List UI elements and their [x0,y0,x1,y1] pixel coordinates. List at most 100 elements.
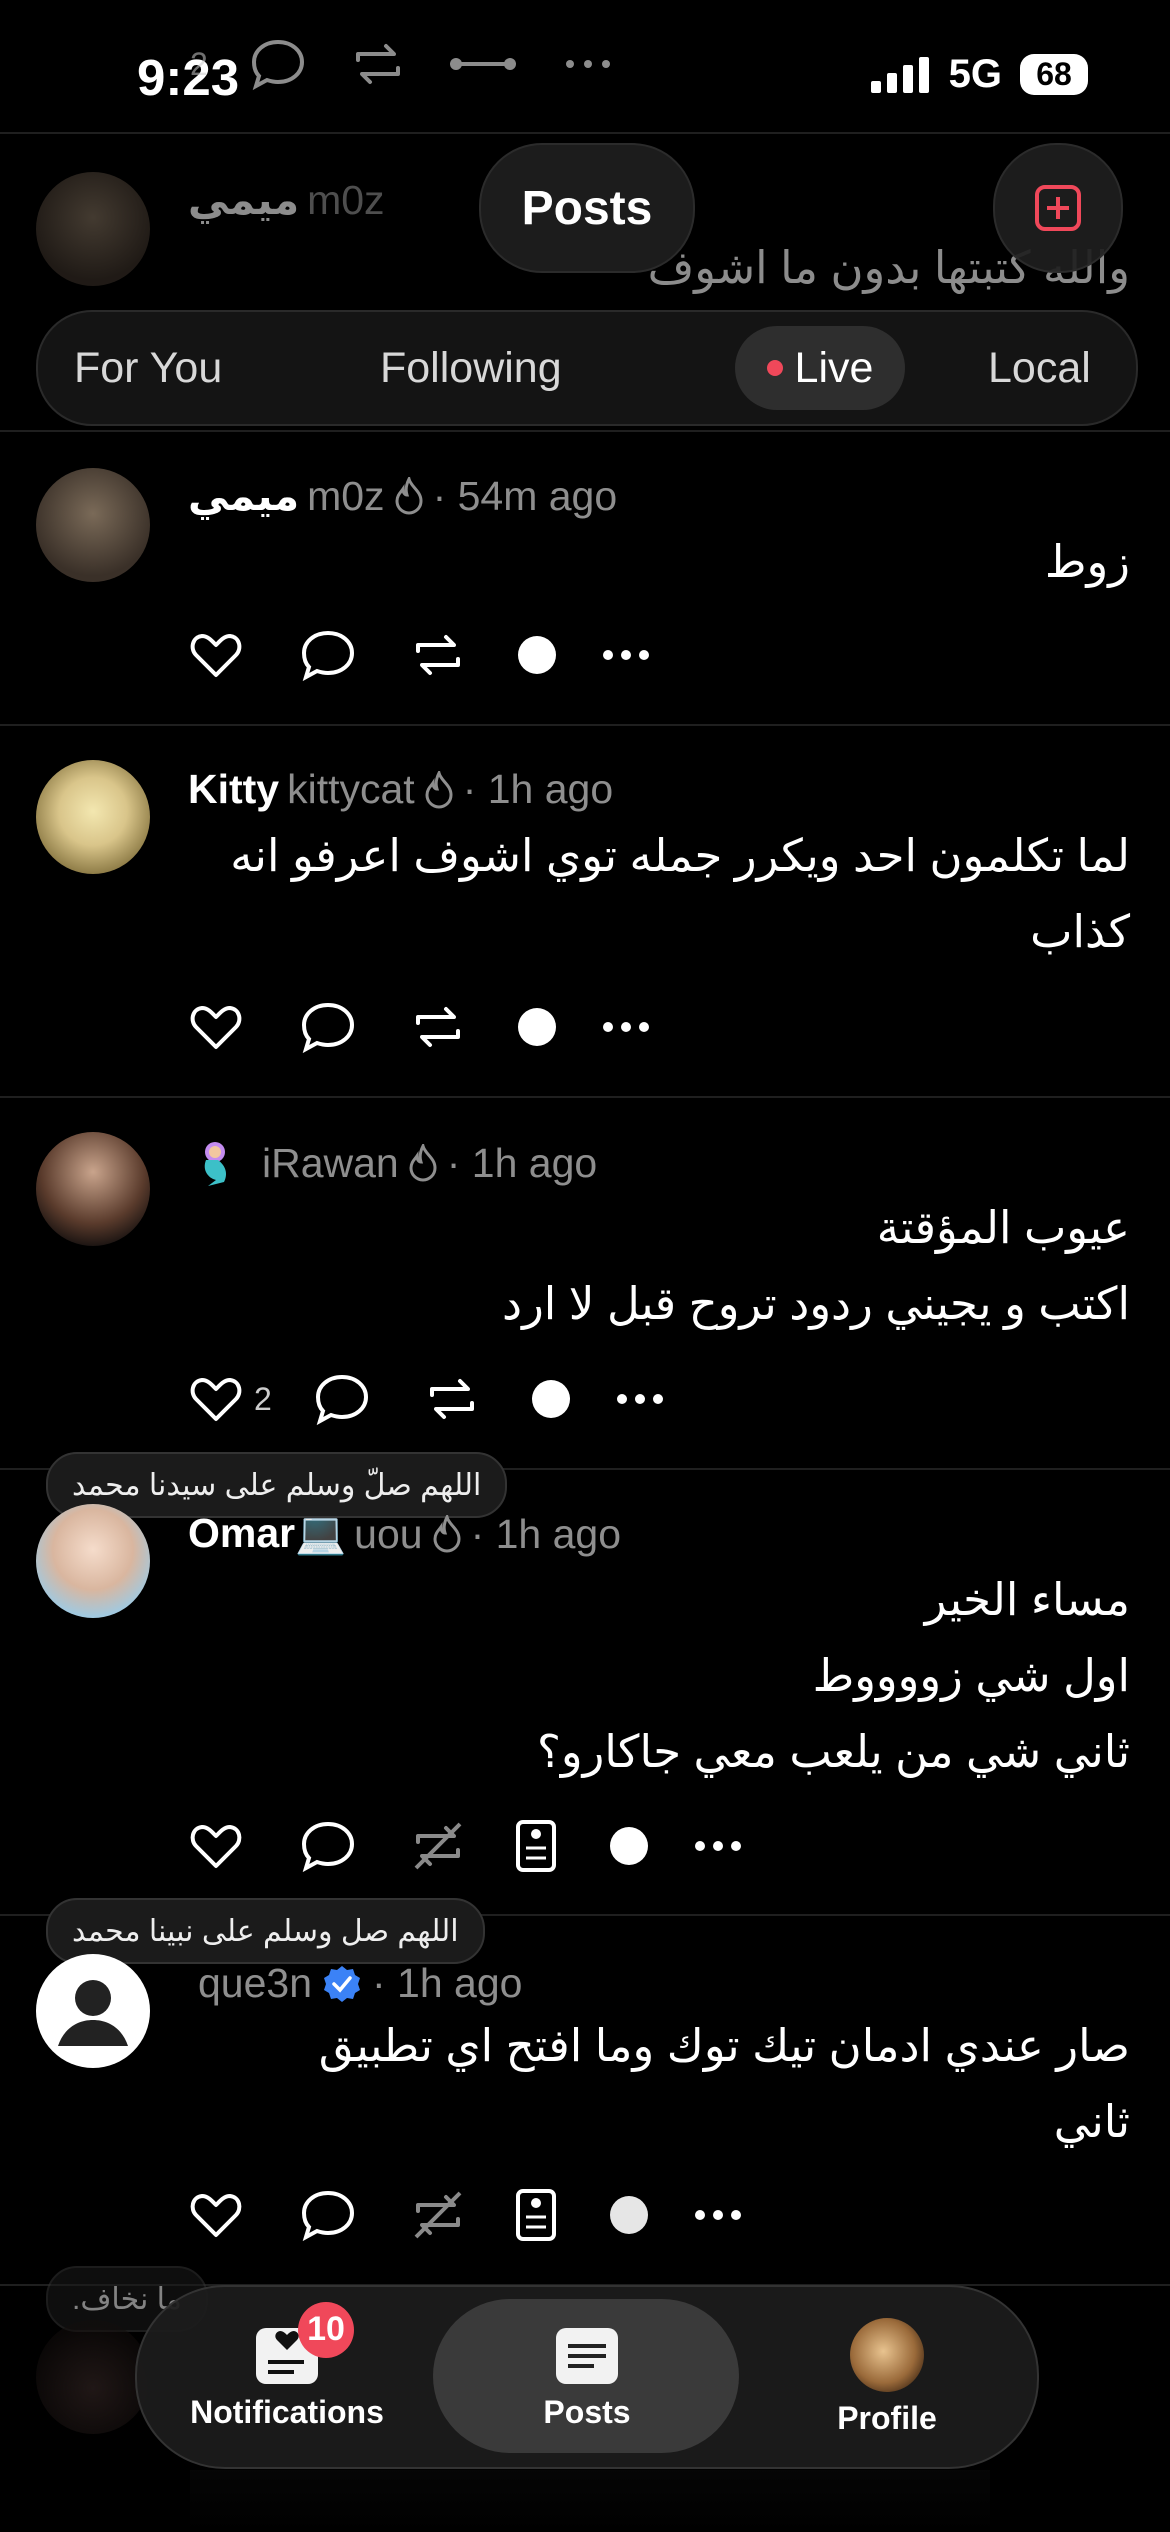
post-avatar[interactable] [36,468,150,582]
author-name: ميمي [188,177,300,223]
post-time: · 1h ago [446,1139,598,1186]
post-avatar [36,2320,150,2434]
comment-icon[interactable] [298,627,358,683]
post-text-line: صار عندي ادمان تيك توك وما افتح اي تطبيق [318,2020,1130,2071]
like-count: 2 [254,1380,272,1417]
profile-avatar [850,2317,924,2392]
post-avatar[interactable] [36,1132,150,1246]
comment-icon[interactable] [298,1818,358,1874]
posts-icon [556,2327,618,2384]
react-dot-button[interactable] [518,636,556,674]
tab-following[interactable]: Following [380,312,562,424]
post-header: iRawan · 1h ago [188,1138,597,1188]
author-handle[interactable]: iRawan [262,1140,399,1187]
comment-icon[interactable] [312,1371,372,1427]
post-text-line: عيوب المؤقتة [876,1202,1130,1253]
repost-icon [355,44,400,84]
post-text-line: اول شي زووووط [812,1650,1130,1701]
divider [0,724,1170,726]
like-icon[interactable] [188,2187,244,2243]
divider [0,1096,1170,1098]
like-icon[interactable] [188,1371,244,1427]
repost-disabled-icon[interactable] [408,2187,468,2243]
post-text: زوط [1044,536,1130,587]
nav-profile[interactable]: Profile [767,2287,1007,2467]
repost-icon[interactable] [408,999,468,1055]
default-avatar-icon [58,1980,128,2046]
nav-label: Posts [543,2393,631,2430]
post-time: · 1h ago [470,1510,622,1557]
mermaid-emoji-icon [204,1142,226,1186]
slider-icon [449,58,516,70]
info-card-icon[interactable] [512,2187,560,2243]
post-header: ميمي m0z · 54m ago [188,472,617,520]
author-name[interactable]: Kitty [188,766,279,813]
nav-posts[interactable]: Posts [467,2287,707,2467]
react-dot-button[interactable] [610,1827,648,1865]
flame-icon [409,1144,437,1182]
notification-count-badge: 10 [298,2301,354,2358]
author-handle[interactable]: m0z [307,473,384,520]
nav-label: Profile [837,2399,937,2436]
bottom-nav: 10 Notifications Posts Profile [135,2285,1039,2469]
post-time: · 54m ago [432,472,618,519]
comment-icon [251,39,304,91]
tab-for-you[interactable]: For You [74,312,222,424]
like-icon[interactable] [188,999,244,1055]
feed-tabs: For You Following Live Local [36,310,1138,426]
post-actions [188,2180,748,2250]
post-header: Omar💻 uou · 1h ago [188,1510,621,1558]
react-dot-button[interactable] [518,1008,556,1046]
notifications-icon-wrap: 10 [254,2301,354,2386]
author-handle[interactable]: kittycat [287,766,415,813]
comment-icon[interactable] [298,2187,358,2243]
more-icon[interactable] [688,2187,748,2243]
more-icon[interactable] [610,1371,670,1427]
more-icon [565,60,610,68]
network-label: 5G [948,52,1002,96]
repost-disabled-icon[interactable] [408,1818,468,1874]
compose-button[interactable] [993,143,1123,273]
live-dot-icon [766,360,783,376]
post-actions: 2 [188,1364,670,1434]
post-avatar[interactable] [36,760,150,874]
author-name[interactable]: ميمي [188,472,299,520]
post-time: · 1h ago [372,1960,523,2006]
more-icon[interactable] [688,1818,748,1874]
page-title: Posts [479,143,695,273]
repost-icon[interactable] [408,627,468,683]
faded-action-row: 2 [190,36,618,92]
author-handle[interactable]: que3n [198,1960,312,2007]
repost-icon[interactable] [422,1371,482,1427]
flame-icon [425,770,453,808]
battery-indicator: 68 [1020,54,1088,95]
like-icon[interactable] [188,1818,244,1874]
post-avatar[interactable] [36,1504,150,1618]
faded-post-avatar [36,172,150,286]
post-actions [188,620,656,690]
nav-label: Notifications [190,2393,384,2430]
more-icon[interactable] [596,627,656,683]
author-handle: m0z [307,176,385,223]
post-text-line: لما تكلمون احد ويكرر جمله توي اشوف اعرفو… [230,830,1130,881]
post-text-line: ثاني شي من يلعب معي جاكارو؟ [537,1726,1130,1777]
info-card-icon[interactable] [512,1818,560,1874]
more-icon[interactable] [596,999,656,1055]
post-text-line: كذاب [1030,906,1130,957]
nav-notifications[interactable]: 10 Notifications [167,2287,407,2467]
tab-live[interactable]: Live [728,312,912,424]
post-header: que3n · 1h ago [198,1960,522,2007]
post-text-line: اكتب و يجيني ردود تروح قبل لا ارد [502,1278,1130,1329]
react-dot-button[interactable] [610,2196,648,2234]
tab-local[interactable]: Local [988,312,1091,424]
react-dot-button[interactable] [531,1380,570,1418]
like-icon[interactable] [188,627,244,683]
divider [0,430,1170,432]
post-avatar[interactable] [36,1954,150,2068]
author-name[interactable]: Omar💻 [188,1510,346,1558]
author-handle[interactable]: uou [354,1511,422,1558]
comment-icon[interactable] [298,999,358,1055]
flame-icon [395,477,423,515]
post-text-line: مساء الخير [924,1574,1130,1625]
verified-badge-icon [324,1965,361,2002]
